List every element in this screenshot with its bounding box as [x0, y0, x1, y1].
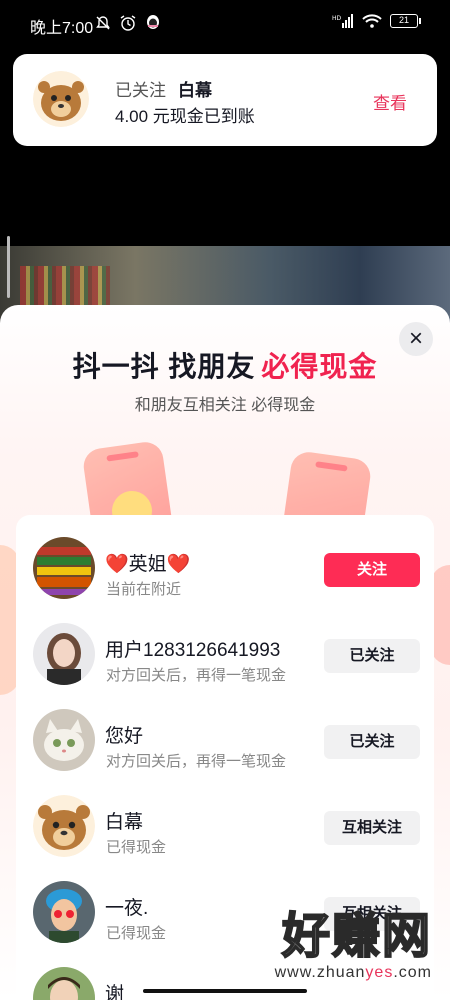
- find-friends-sheet: × 抖一抖 找朋友 必得现金 和朋友互相关注 必得现金 ❤️英姐❤️ 当前在附近 …: [0, 305, 450, 1000]
- mutual-follow-button[interactable]: 互相关注: [324, 811, 420, 845]
- friend-name: 谢: [105, 984, 125, 1000]
- sheet-title-main: 抖一抖 找朋友: [72, 351, 256, 382]
- view-button[interactable]: 查看: [373, 89, 407, 114]
- wifi-icon: [362, 14, 382, 28]
- svg-text:HD: HD: [332, 15, 342, 22]
- friend-name: 您好: [105, 726, 144, 747]
- friend-status: 已得现金: [106, 839, 167, 856]
- list-item: 用户1283126641993 对方回关后，再得一笔现金 已关注: [16, 615, 434, 701]
- status-time: 晚上7:00: [30, 20, 94, 37]
- heart-icon: ❤️: [166, 554, 191, 575]
- follow-notification[interactable]: 已关注 白幕 4.00 元现金已到账 查看: [13, 54, 437, 146]
- notification-avatar: [33, 71, 89, 127]
- avatar: [33, 881, 95, 943]
- scroll-indicator[interactable]: [7, 236, 10, 298]
- list-item: 白幕 已得现金 互相关注: [16, 787, 434, 873]
- follow-button[interactable]: 关注: [324, 553, 420, 587]
- avatar: [33, 623, 95, 685]
- notification-message: 4.00 元现金已到账: [115, 107, 255, 126]
- home-indicator[interactable]: [143, 989, 307, 993]
- following-button[interactable]: 已关注: [324, 725, 420, 759]
- friend-status: 对方回关后，再得一笔现金: [106, 667, 287, 684]
- friend-name: ❤️英姐❤️: [105, 554, 191, 575]
- sheet-subtitle: 和朋友互相关注 必得现金: [134, 397, 316, 414]
- list-item: ❤️英姐❤️ 当前在附近 关注: [16, 529, 434, 615]
- friend-name: 用户1283126641993: [105, 640, 281, 661]
- watermark-title: 好赚网: [281, 909, 432, 964]
- friend-status: 当前在附近: [106, 581, 182, 598]
- sheet-title-highlight: 必得现金: [261, 351, 378, 382]
- friend-name: 白幕: [105, 812, 144, 833]
- heart-icon: ❤️: [105, 554, 129, 575]
- friend-status: 已得现金: [106, 925, 167, 942]
- avatar: [33, 709, 95, 771]
- notification-prefix: 已关注: [115, 81, 166, 100]
- friend-name: 一夜.: [105, 898, 149, 919]
- battery-indicator: 21: [390, 14, 421, 28]
- following-button[interactable]: 已关注: [324, 639, 420, 673]
- friend-status: 对方回关后，再得一笔现金: [106, 753, 287, 770]
- sheet-title: 抖一抖 找朋友 必得现金: [0, 345, 450, 385]
- avatar: [33, 967, 95, 1000]
- notification-line1: 已关注 白幕: [115, 76, 212, 101]
- bell-off-icon: [96, 16, 110, 30]
- qq-icon: [147, 15, 159, 29]
- watermark: 好赚网 www.zhuanyes.com: [274, 909, 432, 982]
- watermark-url: www.zhuanyes.com: [274, 964, 432, 981]
- alarm-icon: [120, 15, 136, 31]
- avatar: [33, 795, 95, 857]
- notification-name: 白幕: [178, 81, 212, 100]
- list-item: 您好 对方回关后，再得一笔现金 已关注: [16, 701, 434, 787]
- avatar: [33, 537, 95, 599]
- status-bar: 晚上7:00 HD 21: [0, 0, 450, 46]
- status-right-icons: HD 21: [332, 14, 421, 28]
- status-left-icons: [95, 14, 161, 32]
- signal-icon: HD: [332, 14, 353, 28]
